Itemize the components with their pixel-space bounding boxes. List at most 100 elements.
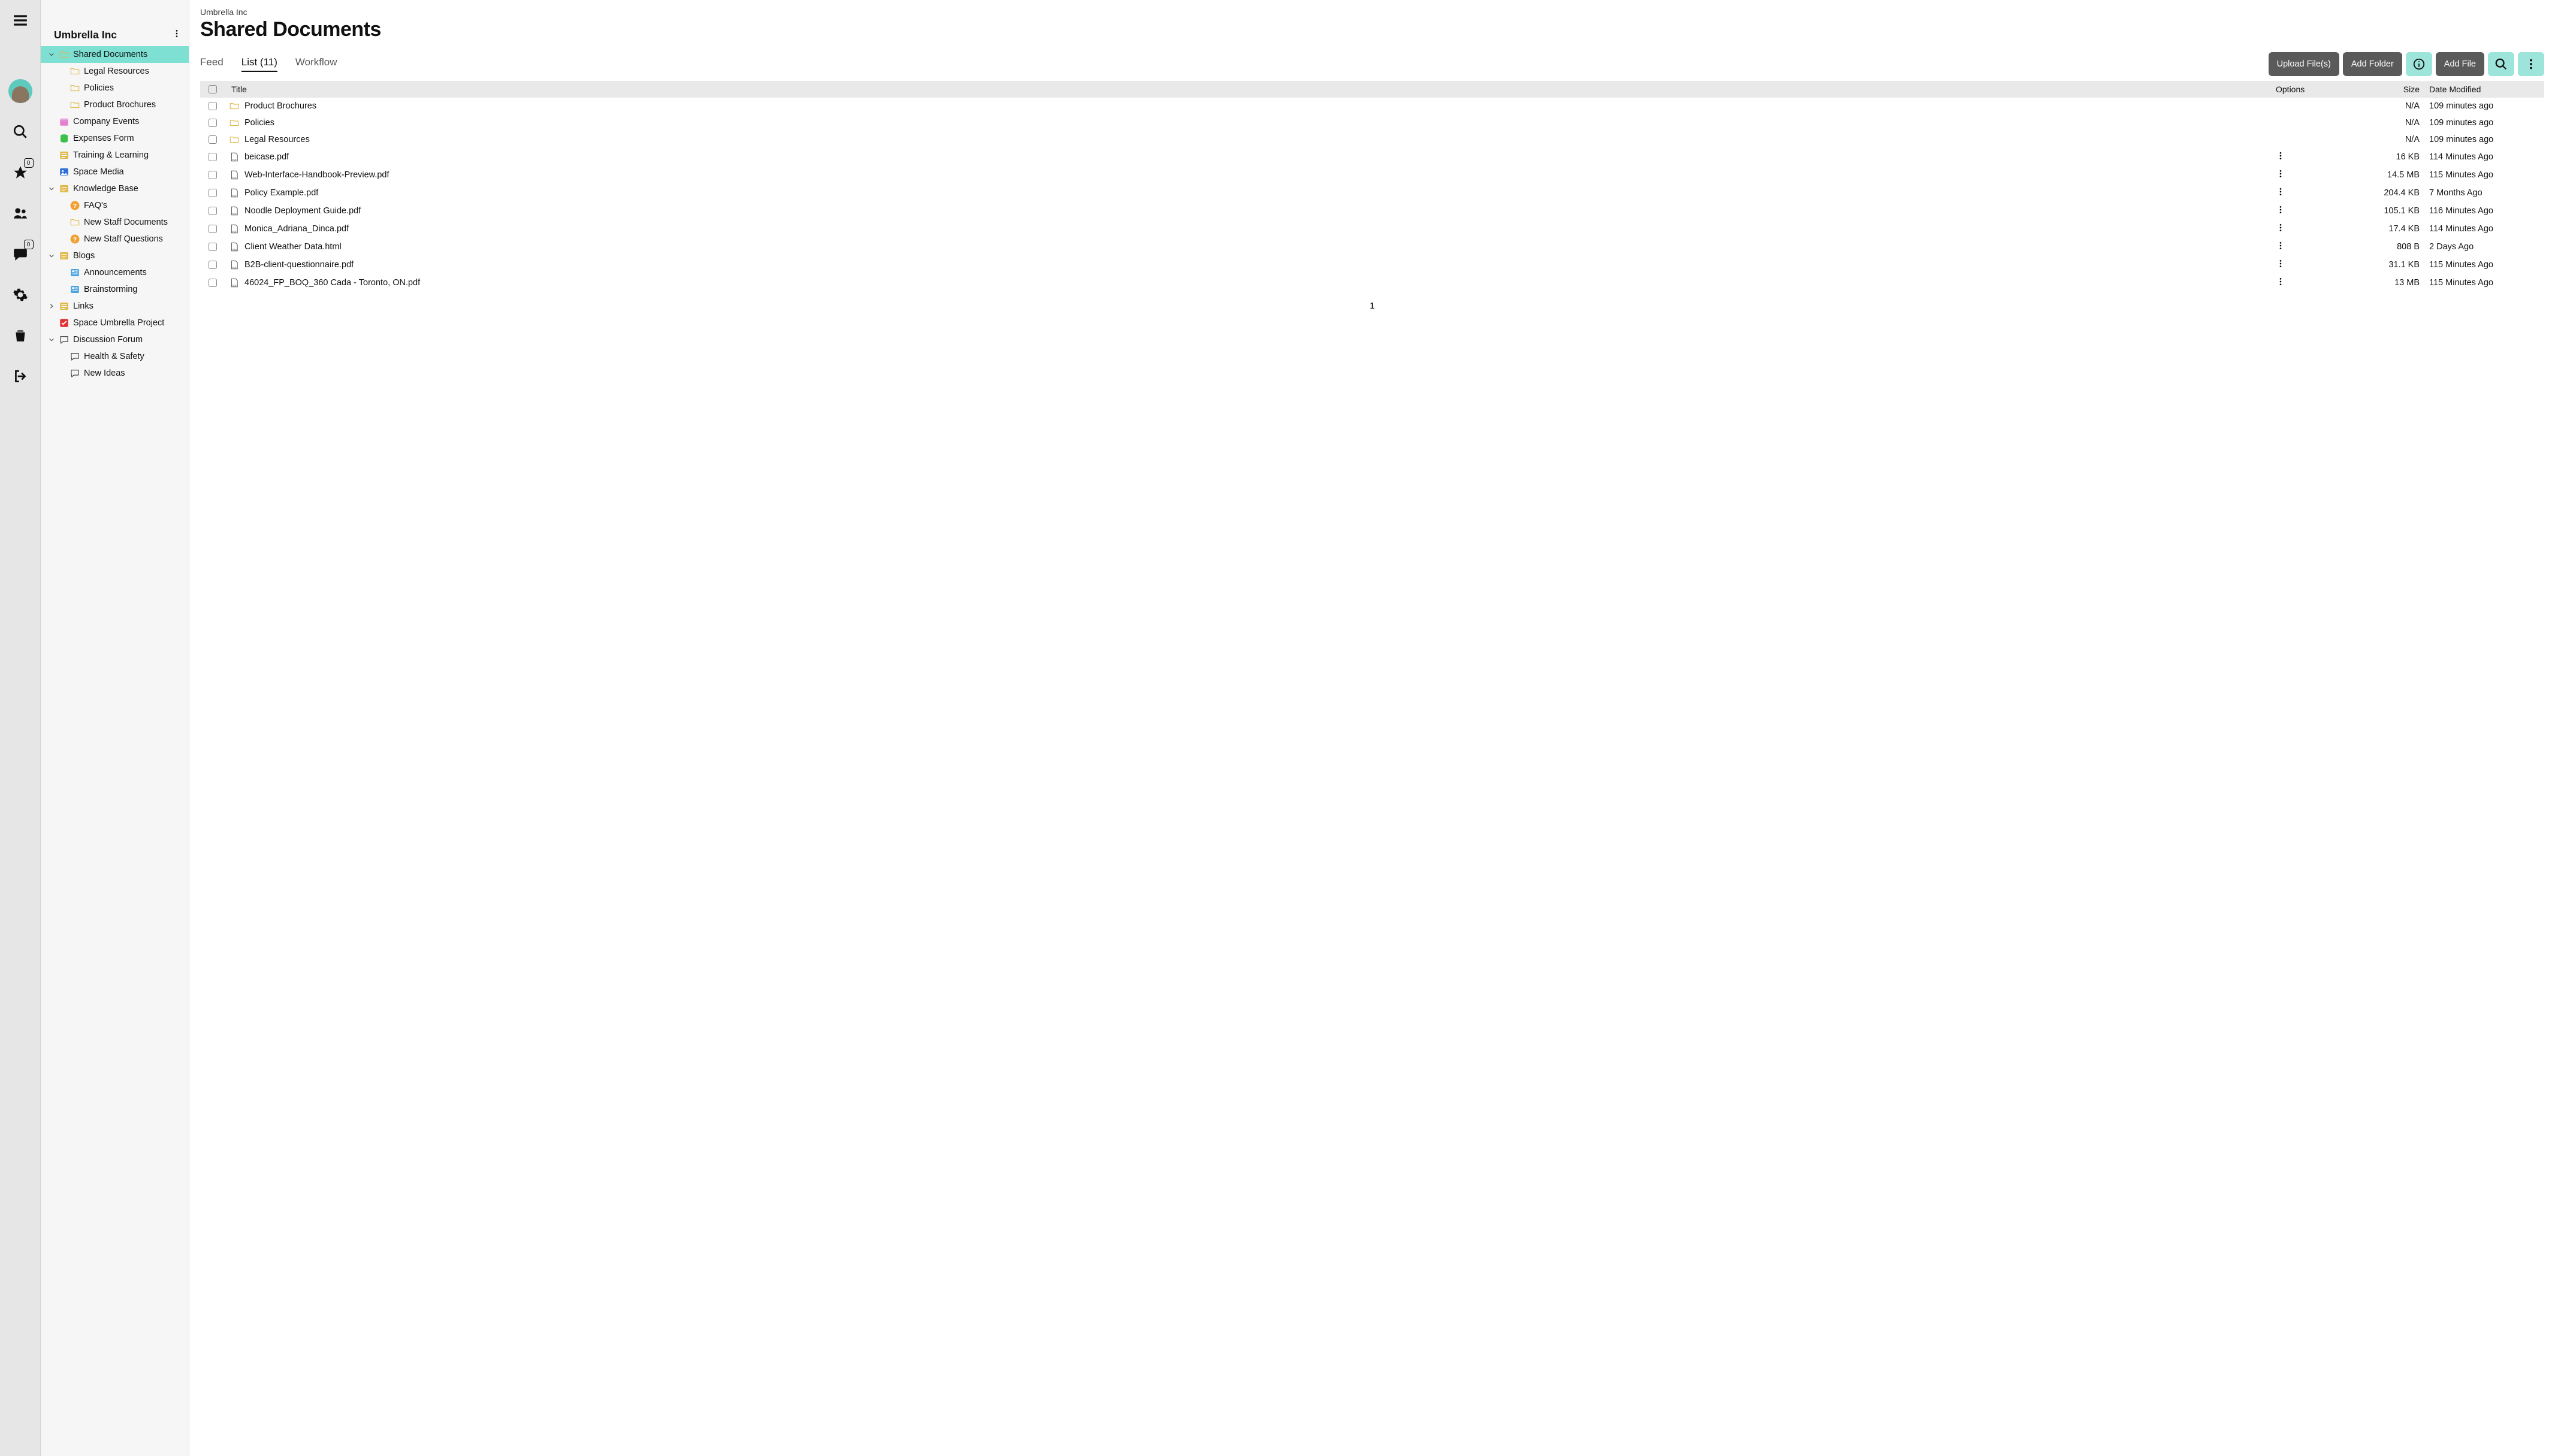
pagination-current[interactable]: 1 [200,301,2544,311]
file-icon: PDF [229,152,240,162]
row-date: 109 minutes ago [2420,135,2539,144]
sidebar-item-health-safety[interactable]: Health & Safety [41,348,189,365]
row-options-icon[interactable] [2276,171,2285,181]
sidebar-item-policies[interactable]: Policies [41,80,189,96]
sidebar-item-product-brochures[interactable]: Product Brochures [41,96,189,113]
settings-icon[interactable] [8,283,32,307]
trash-icon[interactable] [8,324,32,348]
select-all-checkbox[interactable] [209,85,217,93]
sidebar-item-new-staff-documents[interactable]: New Staff Documents [41,214,189,231]
sidebar-item-label: Legal Resources [84,67,149,76]
sidebar-item-label: Announcements [84,268,147,277]
row-checkbox[interactable] [209,225,217,233]
add-folder-button[interactable]: Add Folder [2343,52,2402,76]
row-options-icon[interactable] [2276,225,2285,235]
tab-feed[interactable]: Feed [200,56,224,72]
add-file-button[interactable]: Add File [2436,52,2484,76]
sidebar-item-company-events[interactable]: Company Events [41,113,189,130]
row-checkbox[interactable] [209,207,217,215]
table-row[interactable]: PDFbeicase.pdf16 KB114 Minutes Ago [200,148,2544,166]
table-row[interactable]: PDFWeb-Interface-Handbook-Preview.pdf14.… [200,166,2544,184]
sidebar-item-space-media[interactable]: Space Media [41,164,189,180]
list-icon [59,301,70,312]
row-checkbox[interactable] [209,261,217,269]
tab-workflow[interactable]: Workflow [295,56,337,72]
table-row[interactable]: PDFNoodle Deployment Guide.pdf105.1 KB11… [200,202,2544,220]
tab-list-11-[interactable]: List (11) [241,56,277,72]
row-options-icon[interactable] [2276,207,2285,217]
chevron-down-icon[interactable] [48,252,55,259]
row-checkbox[interactable] [209,279,217,287]
sidebar-item-blogs[interactable]: Blogs [41,247,189,264]
chevron-down-icon[interactable] [48,185,55,192]
folder-icon [70,83,80,93]
row-options-icon[interactable] [2276,261,2285,271]
row-checkbox[interactable] [209,102,217,110]
row-checkbox[interactable] [209,135,217,144]
svg-text:PDF: PDF [232,267,237,269]
row-size: 808 B [2336,242,2420,252]
sidebar-item-shared-documents[interactable]: Shared Documents [41,46,189,63]
sidebar-item-knowledge-base[interactable]: Knowledge Base [41,180,189,197]
sidebar-item-expenses-form[interactable]: Expenses Form [41,130,189,147]
row-checkbox[interactable] [209,171,217,179]
sidebar-item-links[interactable]: Links [41,298,189,315]
table-row[interactable]: PDF46024_FP_BOQ_360 Cada - Toronto, ON.p… [200,274,2544,292]
search-button[interactable] [2488,52,2514,76]
sidebar-item-training-learning[interactable]: Training & Learning [41,147,189,164]
col-size[interactable]: Size [2336,84,2420,94]
sidebar-item-brainstorming[interactable]: Brainstorming [41,281,189,298]
sidebar-item-new-staff-questions[interactable]: ?New Staff Questions [41,231,189,247]
favorites-icon[interactable]: 0 [8,161,32,185]
table-row[interactable]: Product BrochuresN/A109 minutes ago [200,98,2544,114]
row-options-icon[interactable] [2276,153,2285,163]
sidebar-item-label: Brainstorming [84,285,137,294]
sidebar-item-discussion-forum[interactable]: Discussion Forum [41,331,189,348]
table-row[interactable]: PDFPolicy Example.pdf204.4 KB7 Months Ag… [200,184,2544,202]
table-row[interactable]: PDFMonica_Adriana_Dinca.pdf17.4 KB114 Mi… [200,220,2544,238]
hamburger-menu-icon[interactable] [8,8,32,32]
sidebar-item-label: Links [73,301,93,311]
table-row[interactable]: PDFB2B-client-questionnaire.pdf31.1 KB11… [200,256,2544,274]
sidebar-item-space-umbrella-project[interactable]: Space Umbrella Project [41,315,189,331]
table-row[interactable]: HTMLClient Weather Data.html808 B2 Days … [200,238,2544,256]
sidebar-item-announcements[interactable]: Announcements [41,264,189,281]
row-options-icon[interactable] [2276,243,2285,253]
chevron-right-icon[interactable] [48,303,55,310]
row-options-icon[interactable] [2276,279,2285,289]
col-date[interactable]: Date Modified [2420,84,2539,94]
chat-icon[interactable]: 0 [8,242,32,266]
sidebar-item-faq-s[interactable]: ?FAQ's [41,197,189,214]
row-checkbox[interactable] [209,243,217,251]
table-row[interactable]: Legal ResourcesN/A109 minutes ago [200,131,2544,148]
more-actions-button[interactable] [2518,52,2544,76]
avatar[interactable] [8,79,32,103]
breadcrumb[interactable]: Umbrella Inc [200,7,2544,17]
row-size: 31.1 KB [2336,260,2420,270]
row-checkbox[interactable] [209,189,217,197]
col-title[interactable]: Title [229,84,2276,94]
row-options-icon[interactable] [2276,189,2285,199]
chevron-down-icon[interactable] [48,336,55,343]
search-icon[interactable] [8,120,32,144]
people-icon[interactable] [8,201,32,225]
sidebar-item-label: Knowledge Base [73,184,138,194]
row-checkbox[interactable] [209,153,217,161]
sidebar: Umbrella Inc Shared DocumentsLegal Resou… [41,0,189,1456]
svg-text:?: ? [73,203,77,210]
sidebar-item-new-ideas[interactable]: New Ideas [41,365,189,382]
action-bar: Upload File(s) Add Folder Add File [2269,52,2544,76]
logout-icon[interactable] [8,364,32,388]
row-date: 114 Minutes Ago [2420,224,2539,234]
workspace-more-icon[interactable] [172,29,182,41]
info-button[interactable] [2406,52,2432,76]
row-date: 116 Minutes Ago [2420,206,2539,216]
upload-files-button[interactable]: Upload File(s) [2269,52,2339,76]
chevron-down-icon[interactable] [48,51,55,58]
row-title: Legal Resources [244,135,310,144]
help-icon: ? [70,200,80,211]
sidebar-item-legal-resources[interactable]: Legal Resources [41,63,189,80]
row-date: 114 Minutes Ago [2420,152,2539,162]
table-row[interactable]: PoliciesN/A109 minutes ago [200,114,2544,131]
row-checkbox[interactable] [209,119,217,127]
